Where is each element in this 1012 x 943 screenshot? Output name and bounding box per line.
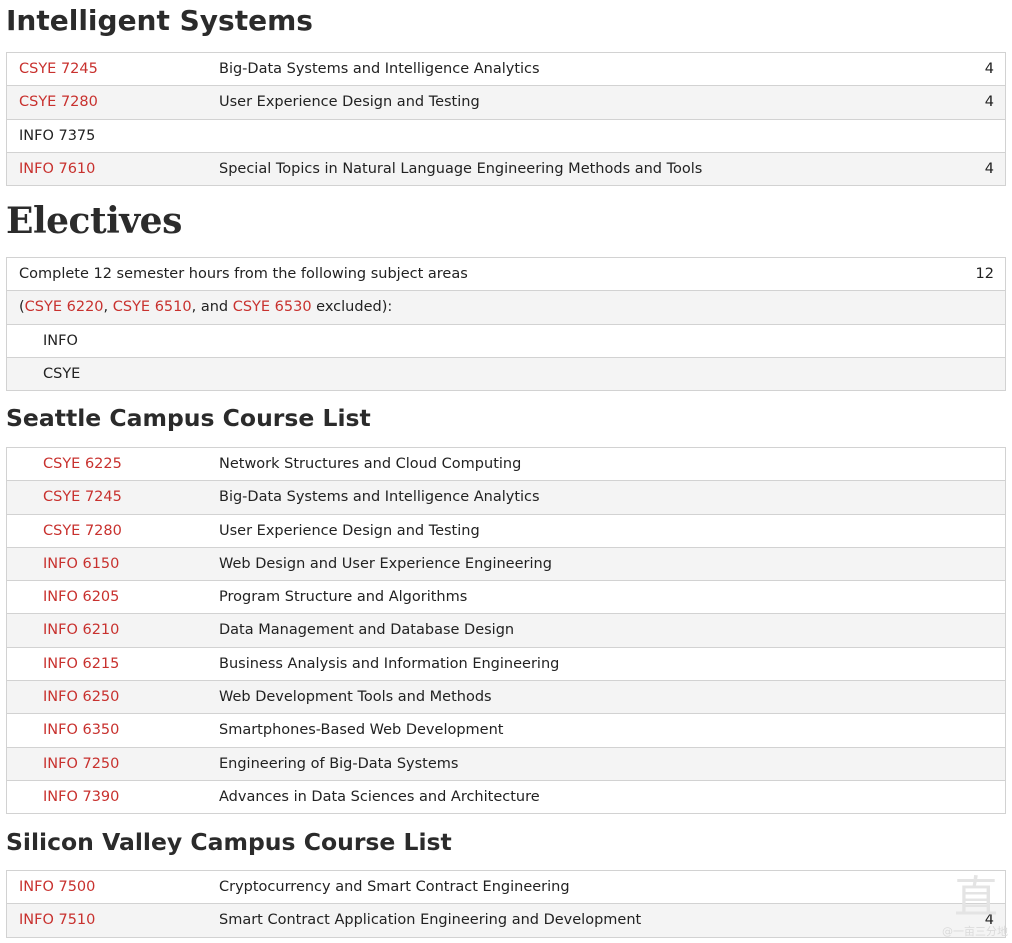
course-title: Network Structures and Cloud Computing [219, 456, 522, 472]
course-title: User Experience Design and Testing [219, 94, 480, 111]
course-title: Data Management and Database Design [219, 622, 515, 639]
seattle-course-table: CSYE 6225 Network Structures and Cloud Co… [6, 447, 1006, 815]
course-title: Web Design and User Experience Engineeri… [219, 555, 552, 572]
course-code-link[interactable]: INFO 7250 [43, 748, 119, 780]
watermark-logo: 直 [954, 872, 998, 923]
table-row: INFO 7250 Engineering of Big-Data Systems [7, 747, 1005, 781]
table-row: CSYE 7280 User Experience Design and Test… [7, 514, 1005, 548]
course-hours: 4 [984, 160, 994, 177]
watermark-text: @一亩三分地 [942, 925, 1008, 938]
course-code-link[interactable]: INFO 6250 [43, 681, 119, 713]
course-title: Engineering of Big-Data Systems [219, 755, 459, 772]
table-row: (CSYE 6220, CSYE 6510, and CSYE 6530 exc… [7, 291, 1005, 325]
course-code-link[interactable]: CSYE 7245 [43, 481, 122, 513]
table-row: CSYE [7, 357, 1005, 392]
course-code-link[interactable]: INFO 7390 [43, 781, 119, 813]
course-code-link[interactable]: CSYE 6225 [43, 448, 122, 480]
table-row: INFO [7, 324, 1005, 358]
course-title: Smart Contract Application Engineering a… [219, 912, 642, 929]
course-code-link[interactable]: CSYE 6220 [25, 299, 104, 315]
course-title: Special Topics in Natural Language Engin… [219, 160, 703, 177]
table-row: CSYE 7245 Big-Data Systems and Intelligen… [7, 481, 1005, 515]
course-code-link[interactable]: INFO 7500 [19, 871, 95, 903]
course-title: Smartphones-Based Web Development [219, 722, 504, 739]
course-code-link[interactable]: INFO 7610 [19, 153, 95, 185]
section-heading-intelligent-systems: Intelligent Systems [6, 4, 313, 37]
course-code-link[interactable]: INFO 7510 [19, 904, 95, 936]
section-heading-seattle: Seattle Campus Course List [6, 404, 371, 432]
subject-area: CSYE [43, 365, 81, 382]
course-title: Cryptocurrency and Smart Contract Engine… [219, 879, 570, 895]
course-code-link[interactable]: CSYE 6510 [113, 299, 192, 315]
course-code: INFO 7375 [19, 127, 96, 144]
table-row: INFO 6215 Business Analysis and Informati… [7, 647, 1005, 682]
course-title: Big-Data Systems and Intelligence Analyt… [219, 61, 540, 77]
course-title: Business Analysis and Information Engine… [219, 655, 560, 672]
electives-requirement-text: Complete 12 semester hours from the foll… [19, 266, 468, 282]
intelligent-systems-table: CSYE 7245 Big-Data Systems and Intellige… [6, 52, 1006, 187]
course-hours: 4 [984, 94, 994, 111]
excluded-separator: , [103, 299, 113, 316]
course-title: Program Structure and Algorithms [219, 589, 468, 606]
section-heading-electives: Electives [6, 200, 182, 242]
excluded-close: excluded): [311, 299, 393, 316]
table-row: INFO 7510 Smart Contract Application Eng… [7, 904, 1005, 938]
excluded-courses-note: (CSYE 6220, CSYE 6510, and CSYE 6530 exc… [19, 291, 392, 323]
course-title: Web Development Tools and Methods [219, 689, 492, 706]
subject-area: INFO [43, 332, 78, 349]
course-code-link[interactable]: CSYE 6530 [233, 299, 312, 315]
table-row: Complete 12 semester hours from the foll… [7, 258, 1005, 292]
electives-hours: 12 [975, 266, 994, 282]
table-row: INFO 7610 Special Topics in Natural Lang… [7, 152, 1005, 187]
silicon-valley-course-table: INFO 7500 Cryptocurrency and Smart Contr… [6, 870, 1006, 938]
course-code-link[interactable]: INFO 6350 [43, 714, 119, 746]
course-title: User Experience Design and Testing [219, 522, 480, 539]
course-hours: 4 [984, 61, 994, 77]
table-row: INFO 7500 Cryptocurrency and Smart Contr… [7, 871, 1005, 905]
course-code-link[interactable]: CSYE 7245 [19, 53, 98, 85]
section-heading-silicon-valley: Silicon Valley Campus Course List [6, 828, 452, 856]
table-row: CSYE 6225 Network Structures and Cloud Co… [7, 448, 1005, 482]
table-row: INFO 6150 Web Design and User Experience … [7, 547, 1005, 582]
course-title: Advances in Data Sciences and Architectu… [219, 788, 540, 805]
table-row: INFO 6205 Program Structure and Algorithm… [7, 581, 1005, 615]
course-code-link[interactable]: CSYE 7280 [19, 86, 98, 118]
table-row: INFO 6210 Data Management and Database De… [7, 614, 1005, 648]
table-row: CSYE 7280 User Experience Design and Tes… [7, 86, 1005, 120]
course-code-link[interactable]: CSYE 7280 [43, 515, 122, 547]
table-row: INFO 6250 Web Development Tools and Metho… [7, 681, 1005, 715]
course-code-link[interactable]: INFO 6150 [43, 548, 119, 580]
excluded-separator: , and [191, 299, 233, 316]
table-row: CSYE 7245 Big-Data Systems and Intellige… [7, 53, 1005, 87]
course-code-link[interactable]: INFO 6215 [43, 648, 119, 680]
table-row: INFO 6350 Smartphones-Based Web Developme… [7, 714, 1005, 748]
course-title: Big-Data Systems and Intelligence Analyt… [219, 489, 540, 506]
course-code-link[interactable]: INFO 6205 [43, 581, 119, 613]
table-row: INFO 7390 Advances in Data Sciences and A… [7, 780, 1005, 815]
table-row: INFO 7375 [7, 119, 1005, 153]
course-code-link[interactable]: INFO 6210 [43, 614, 119, 646]
electives-table: Complete 12 semester hours from the foll… [6, 257, 1006, 392]
